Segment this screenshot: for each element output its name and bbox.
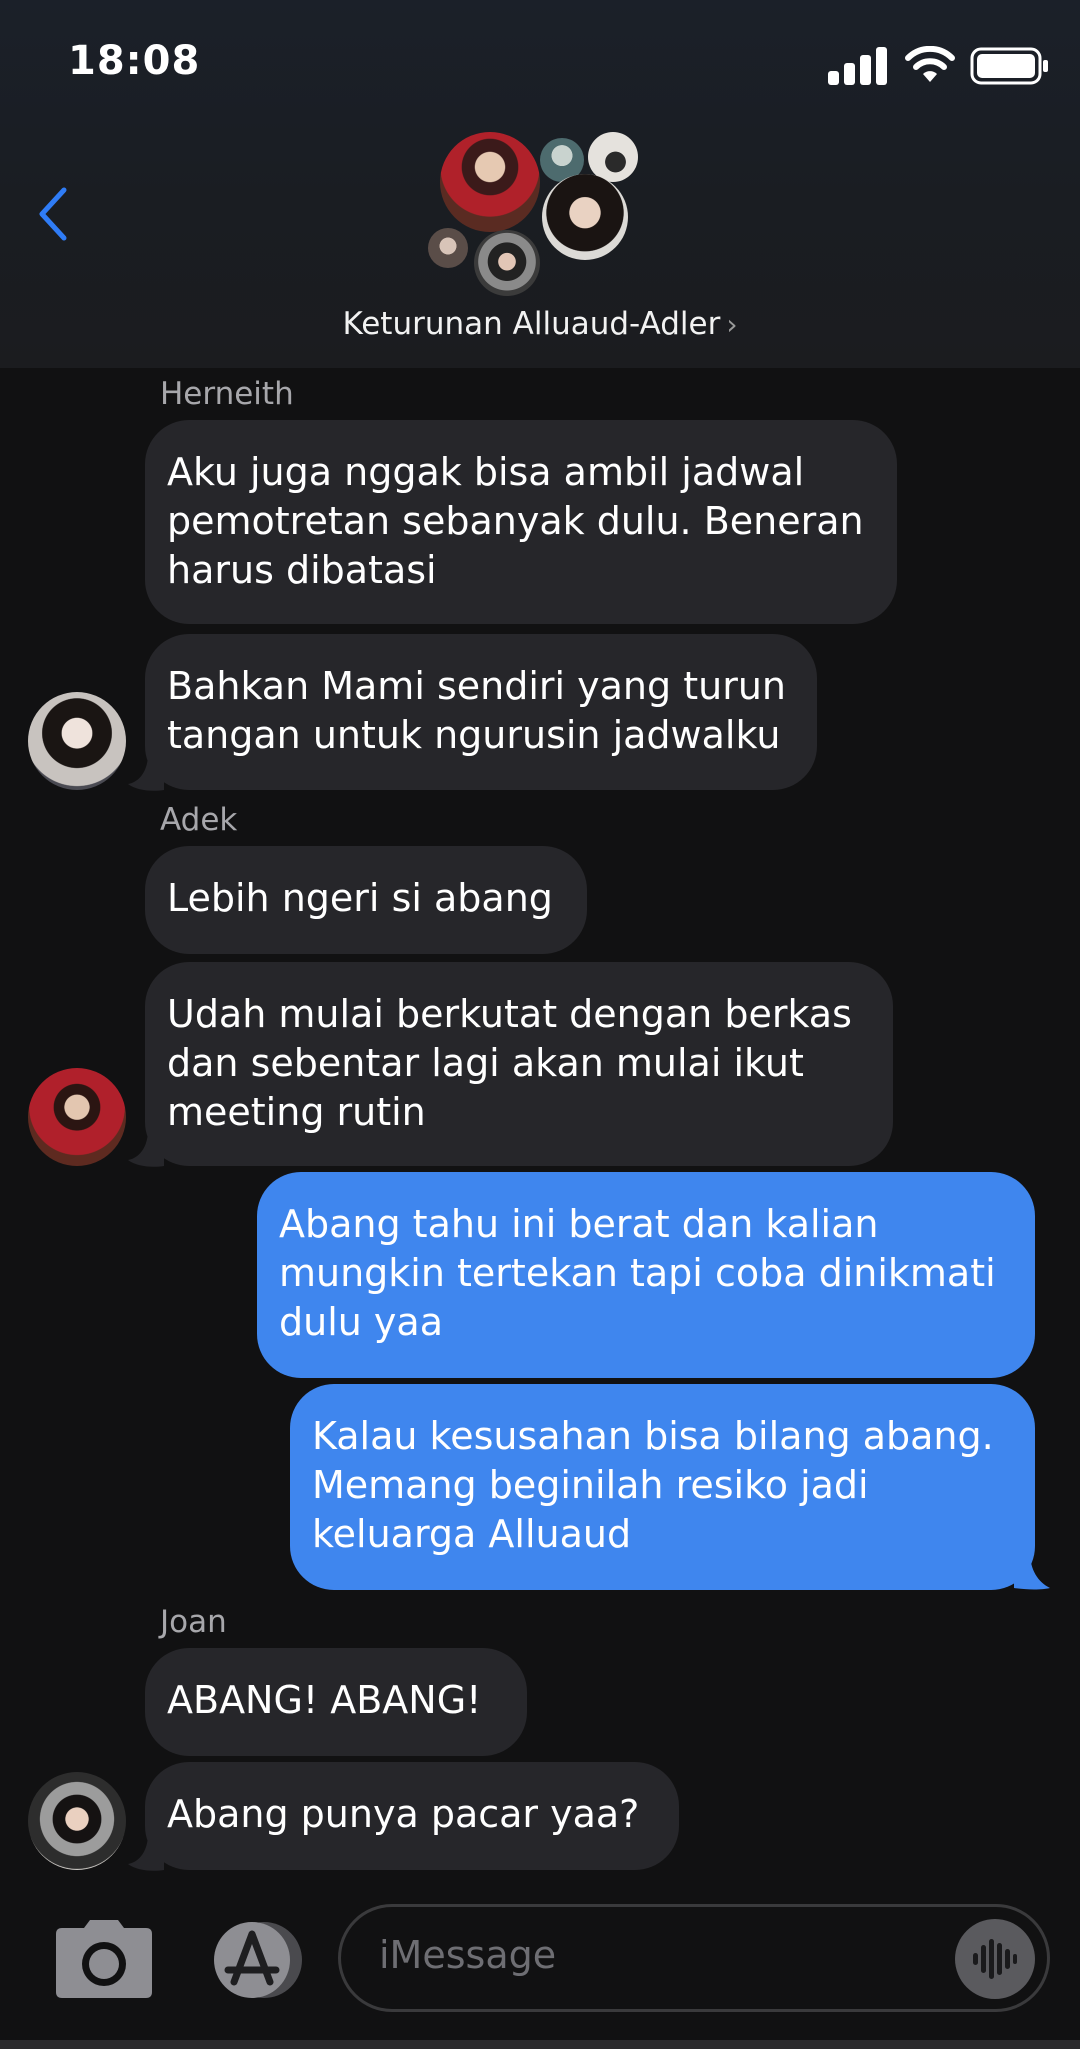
message-bubble-incoming[interactable]: Aku juga nggak bisa ambil jadwal pemotre… <box>145 420 897 624</box>
bubble-tail <box>128 754 164 791</box>
sender-name: Herneith <box>160 376 294 412</box>
message-bubble-outgoing[interactable]: Kalau kesusahan bisa bilang abang. Meman… <box>290 1384 1035 1590</box>
message-bubble-incoming[interactable]: Udah mulai berkutat dengan berkas dan se… <box>145 962 893 1166</box>
bottom-divider <box>0 2040 1080 2049</box>
bubble-tail <box>128 1130 164 1167</box>
wifi-icon <box>905 46 955 82</box>
sender-name: Joan <box>160 1604 227 1640</box>
audio-waveform-icon <box>973 1939 1017 1979</box>
status-icons <box>828 46 1050 86</box>
group-avatar-1 <box>440 132 540 232</box>
status-time: 18:08 <box>68 38 201 84</box>
chevron-right-icon: › <box>726 308 738 341</box>
sender-name: Adek <box>160 802 238 838</box>
avatar[interactable] <box>28 1772 126 1870</box>
message-bubble-outgoing[interactable]: Abang tahu ini berat dan kalian mungkin … <box>257 1172 1035 1378</box>
message-bubble-incoming[interactable]: ABANG! ABANG! <box>145 1648 527 1756</box>
message-bubble-incoming[interactable]: Abang punya pacar yaa? <box>145 1762 679 1870</box>
conversation-header: 18:08 Keturunan Alluaud-Adler › <box>0 0 1080 368</box>
group-avatar-5 <box>428 228 468 268</box>
bubble-tail <box>128 1834 164 1871</box>
message-bubble-incoming[interactable]: Lebih ngeri si abang <box>145 846 587 954</box>
avatar[interactable] <box>28 1068 126 1166</box>
message-input-placeholder: iMessage <box>379 1933 557 1977</box>
group-name[interactable]: Keturunan Alluaud-Adler › <box>0 306 1080 342</box>
app-store-icon[interactable] <box>206 1920 310 2000</box>
group-avatar-4 <box>542 174 628 260</box>
group-avatars[interactable] <box>420 128 650 298</box>
message-input[interactable]: iMessage <box>338 1904 1050 2012</box>
back-chevron-icon[interactable] <box>34 184 74 244</box>
avatar[interactable] <box>28 692 126 790</box>
battery-icon <box>970 47 1048 85</box>
audio-message-button[interactable] <box>955 1919 1035 1999</box>
message-bubble-incoming[interactable]: Bahkan Mami sendiri yang turun tangan un… <box>145 634 817 790</box>
signal-icon <box>828 47 887 85</box>
bubble-tail <box>1014 1552 1050 1590</box>
group-avatar-6 <box>474 230 540 296</box>
group-name-label: Keturunan Alluaud-Adler <box>342 306 721 342</box>
camera-icon[interactable] <box>54 1920 154 2000</box>
